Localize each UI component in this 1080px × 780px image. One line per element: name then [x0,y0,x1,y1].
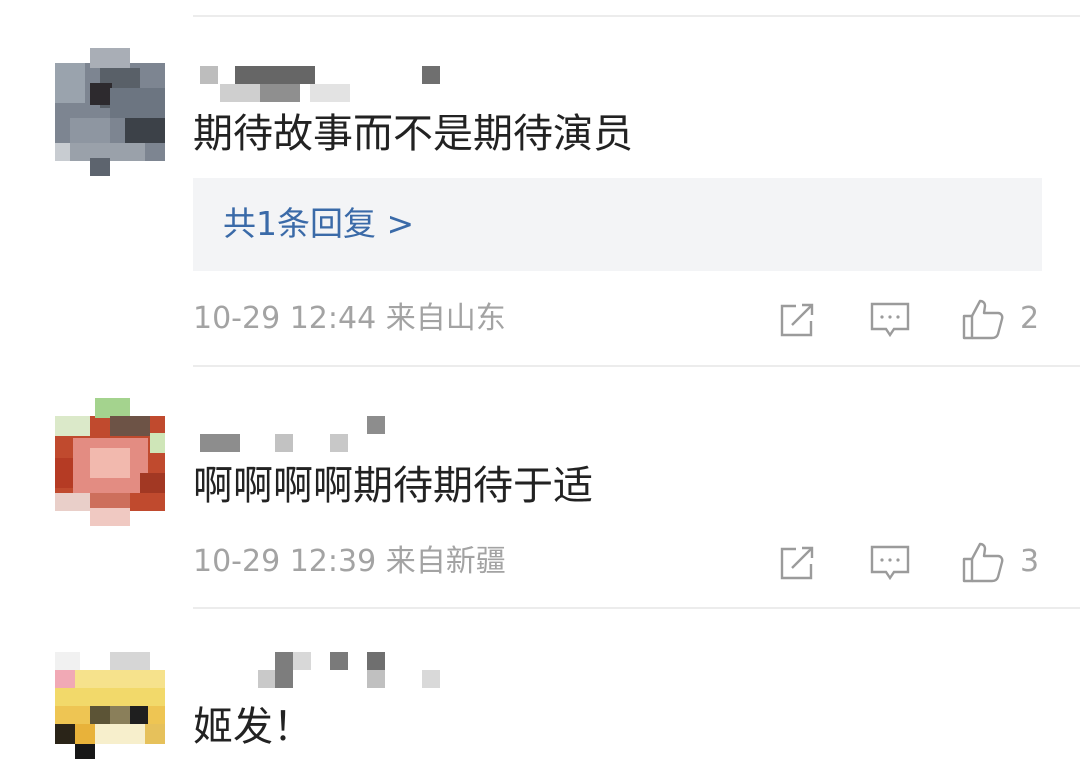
reply-count-link[interactable]: 共1条回复 > [223,202,414,246]
comment-icon[interactable] [867,540,913,586]
thumbs-up-icon[interactable] [960,297,1006,343]
reply-summary[interactable]: 共1条回复 > [193,178,1042,271]
comment-text: 期待故事而不是期待演员 [193,111,633,157]
username-blurred[interactable] [200,64,460,102]
comment-item: 啊啊啊啊期待期待于适 10-29 12:39 来自新疆 3 [0,366,1080,608]
avatar[interactable] [55,48,165,176]
comment-text: 姬发！ [193,704,313,750]
avatar[interactable] [55,398,165,526]
comment-item: 姬发！ [0,608,1080,775]
comment-actions: 3 [0,540,1080,586]
username-blurred[interactable] [200,652,460,688]
comment-text: 啊啊啊啊期待期待于适 [193,463,593,509]
share-icon[interactable] [774,540,820,586]
username-blurred[interactable] [200,416,460,452]
comment-item: 期待故事而不是期待演员 共1条回复 > 10-29 12:44 来自山东 2 [0,0,1080,365]
like-count: 2 [1020,301,1040,336]
thumbs-up-icon[interactable] [960,540,1006,586]
share-icon[interactable] [774,297,820,343]
avatar[interactable] [55,652,165,780]
comment-actions: 2 [0,297,1080,343]
like-count: 3 [1020,544,1040,579]
comment-icon[interactable] [867,297,913,343]
